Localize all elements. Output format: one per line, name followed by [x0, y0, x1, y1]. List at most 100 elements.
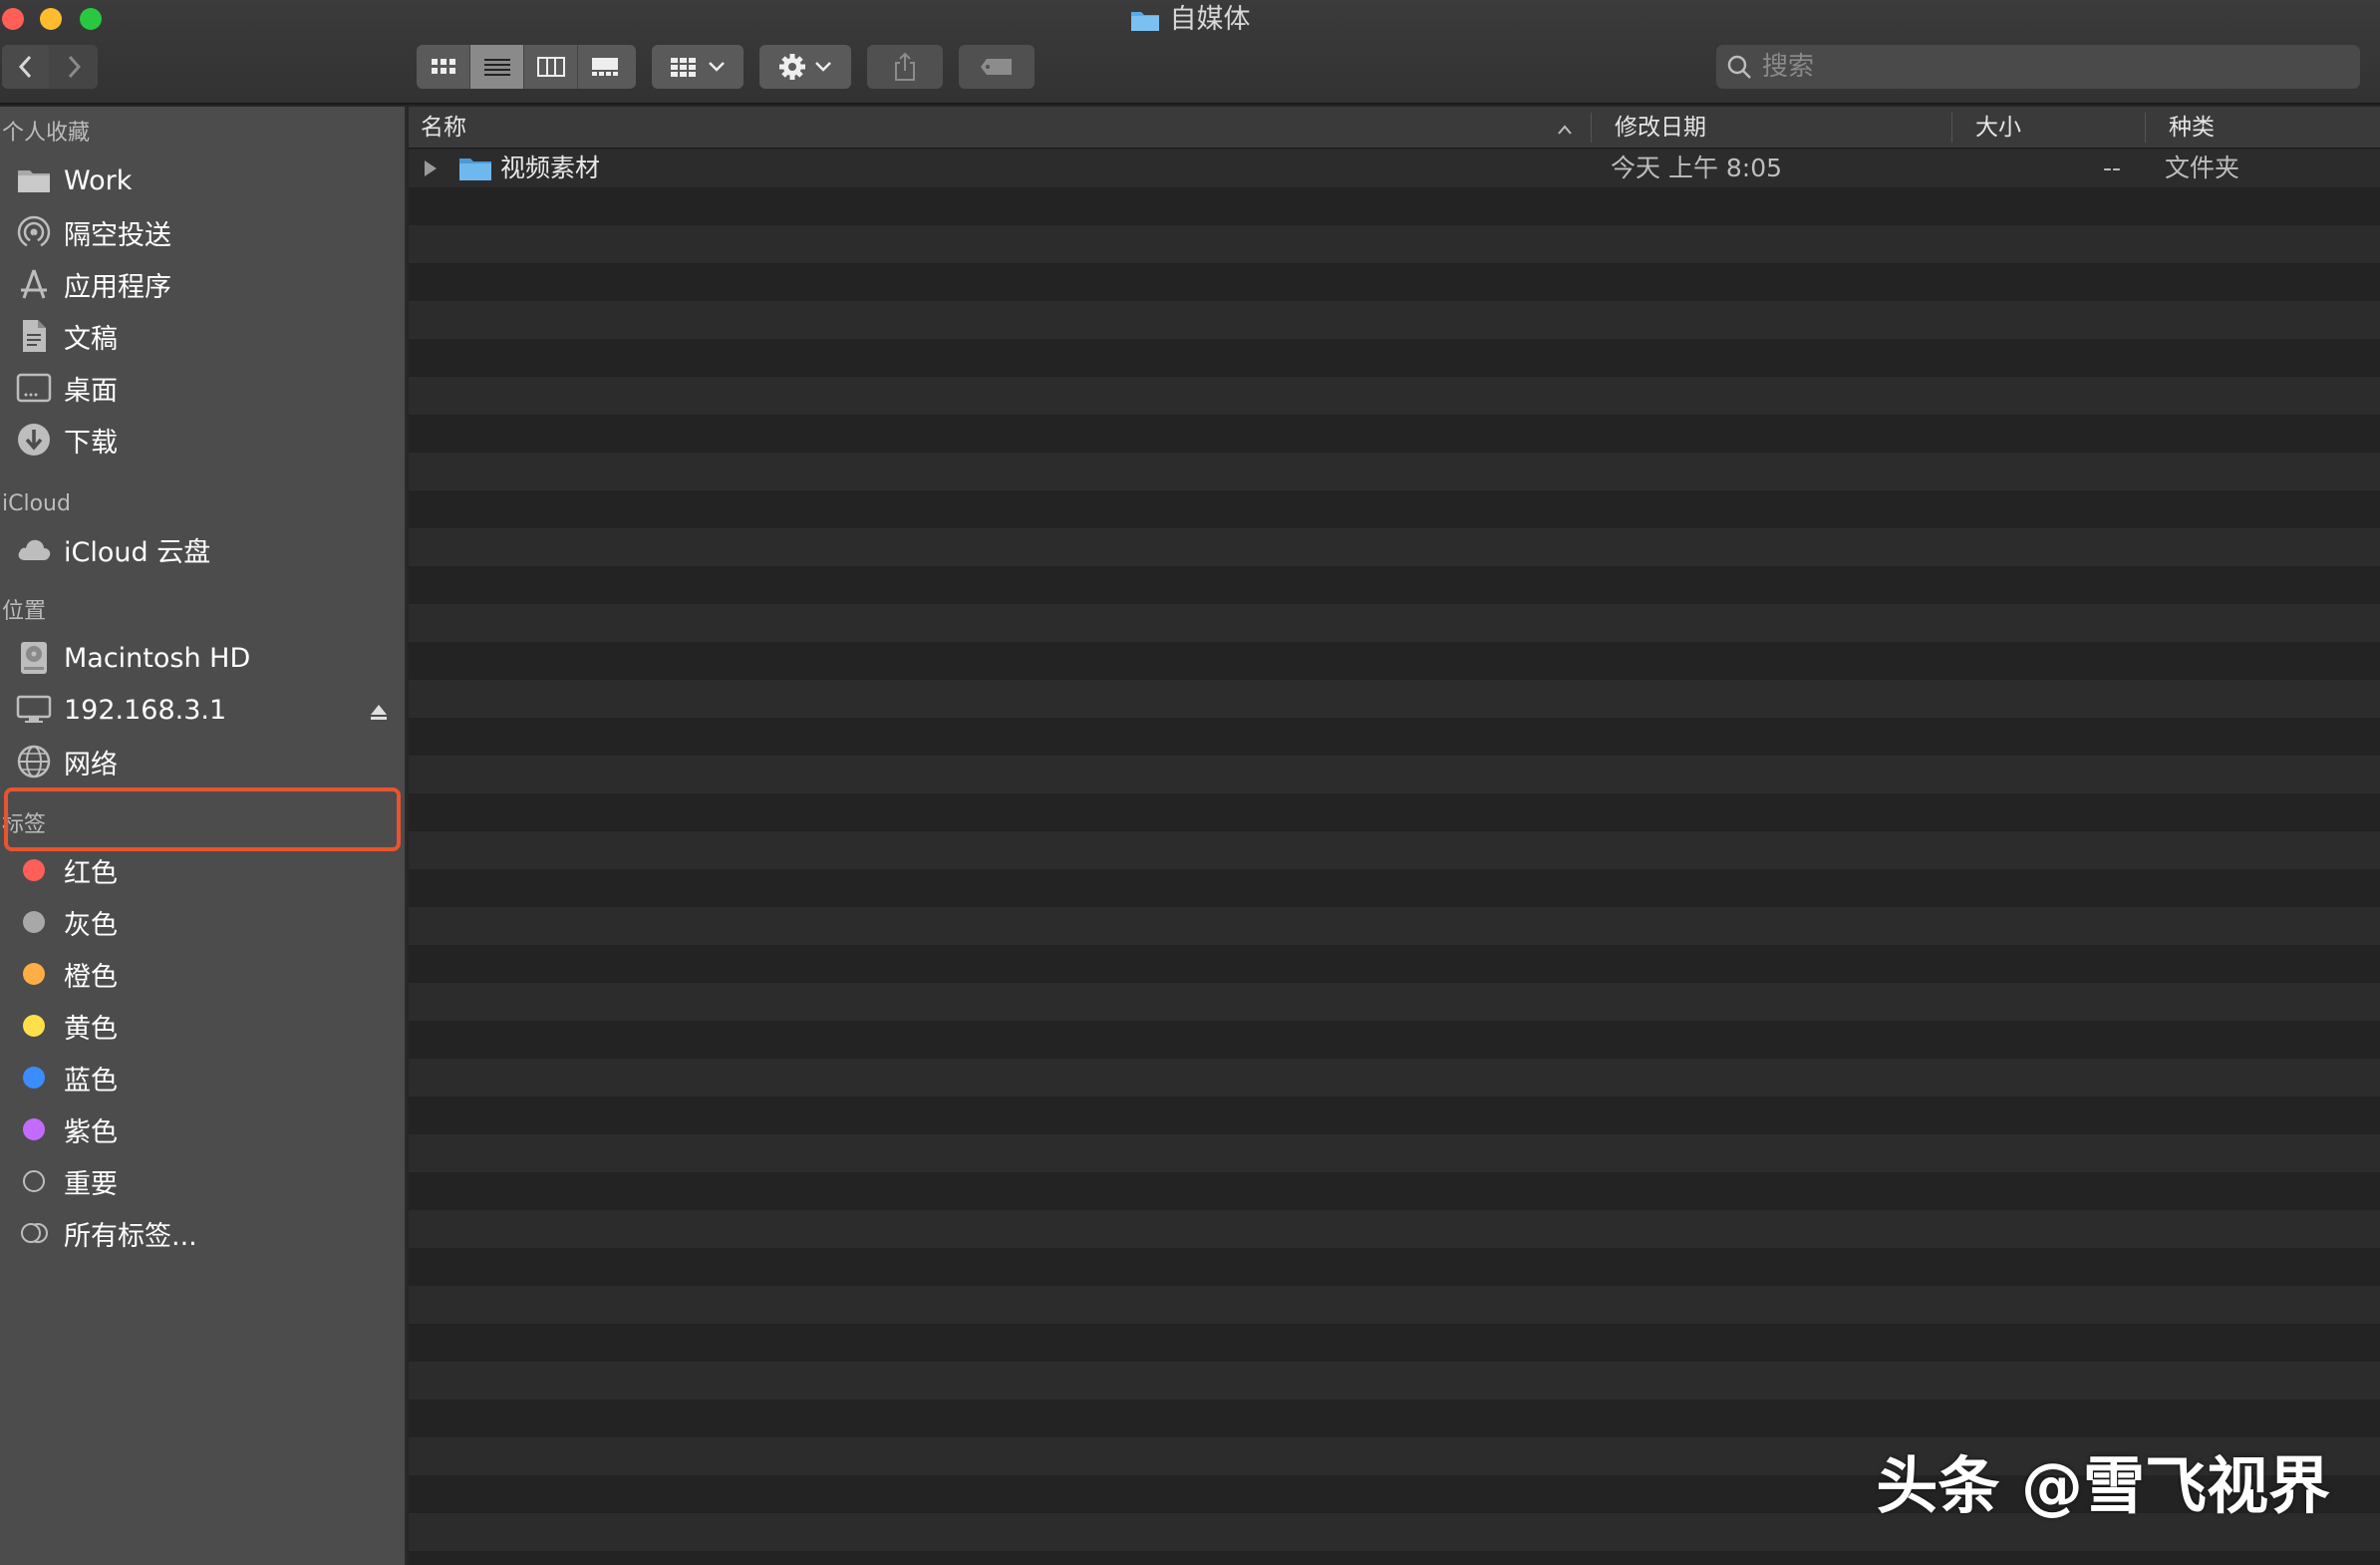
- sidebar-item-applications[interactable]: 应用程序: [14, 261, 399, 307]
- share-button[interactable]: [867, 45, 943, 89]
- sidebar-item-label: 所有标签...: [64, 1220, 197, 1252]
- sidebar-item-label: 隔空投送: [64, 219, 171, 251]
- applications-icon: [14, 264, 54, 304]
- chevron-right-icon: [68, 55, 82, 79]
- column-name[interactable]: 名称: [409, 107, 1591, 149]
- tag-dot-icon: [23, 1067, 45, 1089]
- share-icon: [895, 52, 915, 81]
- sort-ascending-icon: [1557, 121, 1573, 140]
- view-mode-control: [417, 45, 636, 89]
- tag-dot-icon: [23, 1015, 45, 1037]
- sidebar-tag-purple[interactable]: 紫色: [14, 1106, 399, 1152]
- sidebar-item-label: 桌面: [64, 375, 118, 407]
- action-menu-button[interactable]: [759, 45, 851, 89]
- sidebar-tag-yellow[interactable]: 黄色: [14, 1003, 399, 1049]
- sidebar-item-desktop[interactable]: 桌面: [14, 365, 399, 411]
- toolbar: 自媒体: [0, 0, 2380, 105]
- document-icon: [14, 316, 54, 356]
- tag-dot-icon: [23, 1118, 45, 1140]
- section-title-icloud: iCloud: [2, 491, 71, 516]
- sidebar-tag-all[interactable]: 所有标签...: [14, 1210, 399, 1256]
- desktop-icon: [14, 368, 54, 408]
- sidebar-item-label: 下载: [64, 427, 118, 459]
- edit-tags-button[interactable]: [959, 45, 1035, 89]
- navigation-buttons: [2, 45, 98, 89]
- sidebar-tag-red[interactable]: 红色: [14, 847, 399, 893]
- sidebar-item-label: 黄色: [64, 1013, 118, 1045]
- tag-icon: [981, 59, 1012, 75]
- gallery-icon: [592, 58, 618, 76]
- sidebar-item-documents[interactable]: 文稿: [14, 313, 399, 359]
- sidebar-item-label: 应用程序: [64, 271, 171, 303]
- gallery-view-button[interactable]: [578, 45, 632, 89]
- sidebar-item-label: iCloud 云盘: [64, 536, 211, 568]
- sidebar-item-label: 蓝色: [64, 1065, 118, 1096]
- highlight-annotation: [4, 787, 401, 851]
- column-view-button[interactable]: [524, 45, 578, 89]
- section-title-favorites: 个人收藏: [2, 121, 91, 146]
- sidebar-item-label: 网络: [64, 749, 118, 781]
- watermark: 头条 @雪飞视界: [1876, 1449, 2330, 1522]
- column-header: 名称 修改日期 大小 种类: [409, 107, 2380, 149]
- sidebar-item-label: Work: [64, 164, 133, 196]
- eject-icon[interactable]: [369, 699, 389, 730]
- sidebar-tag-orange[interactable]: 橙色: [14, 951, 399, 997]
- column-modified[interactable]: 修改日期: [1603, 107, 1961, 149]
- finder-window: 自媒体 搜索 个人收藏 Work 隔空投送 应用程序 文稿 桌面 下载 iClo…: [0, 0, 2380, 1565]
- window-title: 自媒体: [0, 2, 2380, 42]
- sidebar-tag-important[interactable]: 重要: [14, 1158, 399, 1204]
- column-divider[interactable]: [1951, 113, 1952, 143]
- sidebar: 个人收藏 Work 隔空投送 应用程序 文稿 桌面 下载 iCloud iClo…: [0, 107, 407, 1565]
- sidebar-item-airdrop[interactable]: 隔空投送: [14, 209, 399, 255]
- list-icon: [483, 59, 510, 76]
- file-kind: 文件夹: [2165, 154, 2240, 182]
- search-input[interactable]: [1760, 51, 2318, 83]
- tag-dot-icon: [23, 911, 45, 933]
- gear-icon: [779, 54, 805, 80]
- download-icon: [14, 420, 54, 460]
- cloud-icon: [14, 529, 54, 569]
- icon-view-button[interactable]: [417, 45, 470, 89]
- sidebar-item-label: 红色: [64, 857, 118, 889]
- table-row[interactable]: 视频素材 今天 上午 8:05 -- 文件夹: [409, 150, 2380, 187]
- network-icon: [14, 742, 54, 782]
- group-by-button[interactable]: [652, 45, 744, 89]
- sidebar-item-label: 192.168.3.1: [64, 694, 227, 726]
- column-divider[interactable]: [2145, 113, 2146, 143]
- sidebar-tag-blue[interactable]: 蓝色: [14, 1055, 399, 1100]
- chevron-left-icon: [18, 55, 31, 79]
- sidebar-item-work[interactable]: Work: [14, 157, 399, 203]
- tag-dot-icon: [23, 859, 45, 881]
- column-kind[interactable]: 种类: [2157, 107, 2376, 149]
- list-view-button[interactable]: [470, 45, 524, 89]
- back-button[interactable]: [2, 45, 50, 89]
- folder-icon: [458, 155, 492, 186]
- sidebar-item-downloads[interactable]: 下载: [14, 417, 399, 463]
- section-title-locations: 位置: [2, 599, 47, 624]
- icon-grid-icon: [431, 59, 455, 74]
- forward-button[interactable]: [50, 45, 98, 89]
- sidebar-item-label: 橙色: [64, 961, 118, 993]
- column-size[interactable]: 大小: [1963, 107, 2143, 149]
- airdrop-icon: [14, 212, 54, 252]
- tag-dot-icon: [23, 963, 45, 985]
- sidebar-item-macintosh-hd[interactable]: Macintosh HD: [14, 635, 399, 681]
- sidebar-item-server[interactable]: 192.168.3.1: [14, 687, 399, 733]
- file-size: --: [2103, 154, 2122, 182]
- disclosure-triangle-icon[interactable]: [423, 158, 439, 182]
- sidebar-item-label: 重要: [64, 1168, 118, 1200]
- search-field[interactable]: [1716, 45, 2360, 89]
- sidebar-tag-gray[interactable]: 灰色: [14, 899, 399, 945]
- file-name: 视频素材: [500, 154, 601, 182]
- sidebar-item-network[interactable]: 网络: [14, 739, 399, 784]
- column-divider[interactable]: [1591, 113, 1592, 143]
- sidebar-item-label: Macintosh HD: [64, 642, 251, 674]
- search-icon: [1727, 55, 1751, 79]
- sidebar-item-icloud-drive[interactable]: iCloud 云盘: [14, 526, 399, 572]
- columns-icon: [536, 57, 565, 77]
- chevron-down-icon: [709, 62, 725, 72]
- sidebar-item-label: 紫色: [64, 1116, 118, 1148]
- file-list: 名称 修改日期 大小 种类 视频素材 今天 上午 8:05 -- 文件夹: [409, 107, 2380, 1565]
- folder-icon: [1130, 6, 1160, 42]
- file-rows: 视频素材 今天 上午 8:05 -- 文件夹: [409, 150, 2380, 1565]
